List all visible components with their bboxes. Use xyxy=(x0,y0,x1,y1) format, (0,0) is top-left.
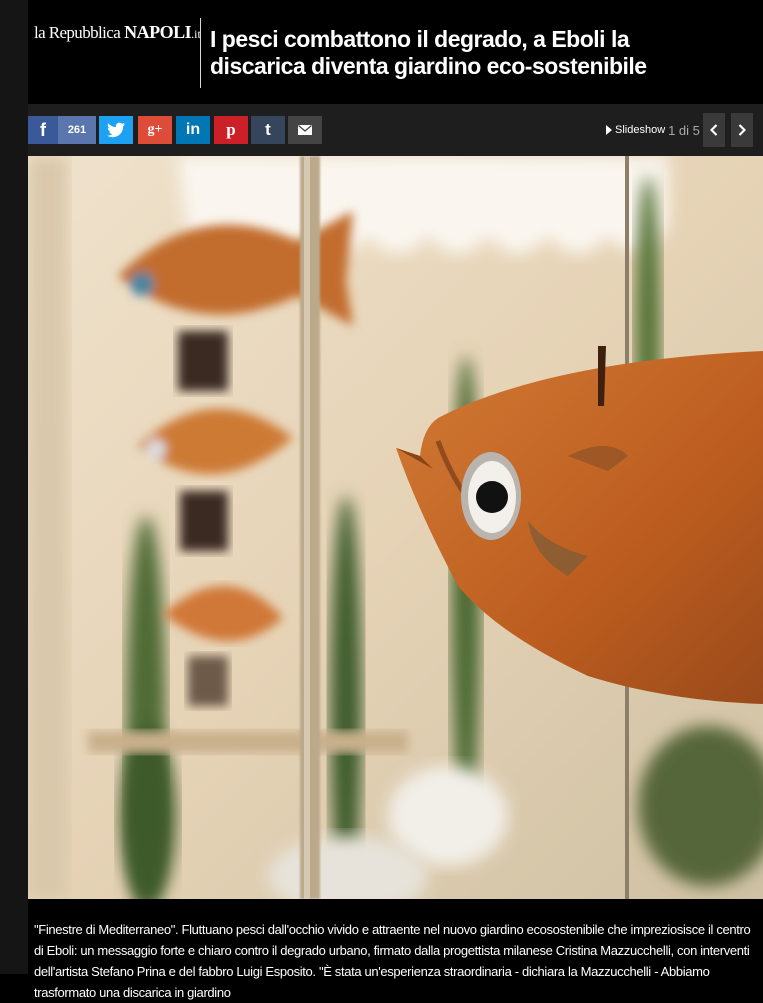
share-toolbar: f 261 g+ in p t Slideshow 1 di 5 xyxy=(28,104,763,156)
linkedin-icon: in xyxy=(185,121,201,138)
next-slide-button[interactable] xyxy=(731,113,753,147)
twitter-share-button[interactable] xyxy=(99,116,133,144)
site-logo[interactable]: la Repubblica NAPOLI.it xyxy=(34,22,201,43)
slideshow-button[interactable]: Slideshow xyxy=(606,116,665,144)
photo-caption: "Finestre di Mediterraneo". Fluttuano pe… xyxy=(34,922,751,1000)
pinterest-share-button[interactable]: p xyxy=(214,116,248,144)
gallery-header: la Repubblica NAPOLI.it I pesci combatto… xyxy=(28,0,763,104)
gallery-photo xyxy=(28,156,763,899)
gallery-frame: la Repubblica NAPOLI.it I pesci combatto… xyxy=(28,0,763,1000)
twitter-icon xyxy=(107,122,125,138)
tumblr-share-button[interactable]: t xyxy=(251,116,285,144)
googleplus-icon: g+ xyxy=(147,122,163,137)
play-icon xyxy=(606,125,612,135)
googleplus-share-button[interactable]: g+ xyxy=(138,116,172,144)
mail-icon xyxy=(298,125,312,135)
chevron-right-icon xyxy=(738,124,746,136)
chevron-left-icon xyxy=(710,124,718,136)
tumblr-icon: t xyxy=(265,120,271,139)
slideshow-label: Slideshow xyxy=(615,124,666,136)
pinterest-icon: p xyxy=(226,120,236,139)
header-divider xyxy=(200,18,201,88)
linkedin-share-button[interactable]: in xyxy=(176,116,210,144)
facebook-share-button[interactable]: f 261 xyxy=(28,116,96,144)
slide-counter: 1 di 5 xyxy=(668,122,700,138)
facebook-share-count: 261 xyxy=(58,116,96,144)
left-margin xyxy=(0,0,28,974)
previous-slide-button[interactable] xyxy=(703,113,725,147)
facebook-icon: f xyxy=(40,119,46,140)
logo-city: NAPOLI xyxy=(124,22,192,42)
gallery-title: I pesci combattono il degrado, a Eboli l… xyxy=(210,26,647,79)
logo-prefix: la Repubblica xyxy=(34,23,121,42)
email-share-button[interactable] xyxy=(288,116,322,144)
